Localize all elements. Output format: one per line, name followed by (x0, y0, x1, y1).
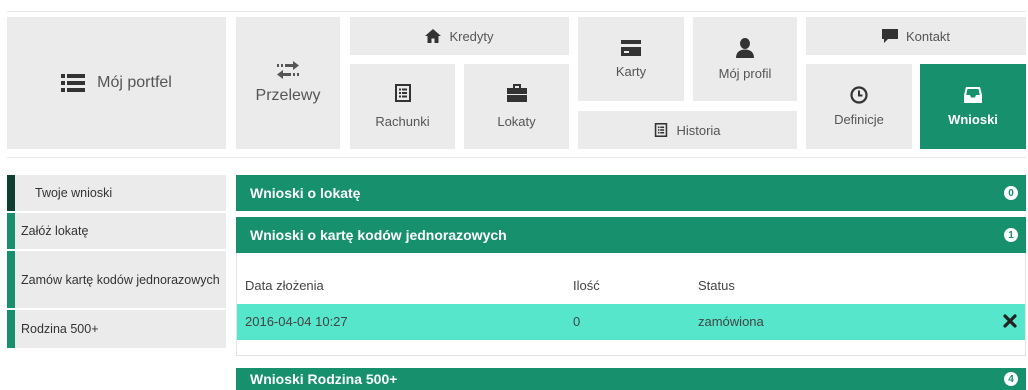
nav-tile-definicje[interactable]: Definicje (806, 64, 912, 149)
sidebar-item-zamow-karte[interactable]: Zamów kartę kodów jednorazowych (7, 251, 226, 308)
briefcase-icon (506, 84, 527, 102)
sidebar-item-label: Zamów kartę kodów jednorazowych (21, 272, 220, 287)
nav-divider (7, 157, 1026, 158)
nav-label: Rachunki (375, 114, 430, 129)
sidebar-item-label: Załóż lokatę (21, 224, 89, 238)
home-icon (425, 29, 442, 43)
transfer-arrows-icon (277, 61, 299, 79)
chat-bubble-icon (881, 29, 898, 43)
nav-tile-kontakt[interactable]: Kontakt (806, 17, 1026, 55)
list-icon (61, 73, 86, 93)
clock-icon (850, 86, 868, 104)
cell-qty: 0 (573, 314, 581, 329)
cell-date: 2016-04-04 10:27 (245, 314, 348, 329)
sidebar-item-label: Rodzina 500+ (21, 322, 99, 336)
panel-title: Wnioski o lokatę (250, 185, 361, 201)
close-icon[interactable] (1001, 312, 1019, 330)
count-badge: 1 (1004, 228, 1018, 242)
nav-label: Kontakt (905, 28, 951, 44)
nav-tile-rachunki[interactable]: Rachunki (350, 64, 455, 149)
nav-label: Przelewy (255, 87, 321, 104)
nav-label: Wnioski (948, 112, 998, 127)
sidebar-item-twoje-wnioski[interactable]: Twoje wnioski (7, 175, 226, 211)
table-row[interactable]: 2016-04-04 10:27 0 zamówiona (237, 304, 1025, 340)
nav-label: Karty (615, 63, 647, 79)
count-badge: 4 (1004, 372, 1018, 386)
panel-header-rodzina-500[interactable]: Wnioski Rodzina 500+ 4 (236, 368, 1026, 390)
nav-tile-przelewy[interactable]: Przelewy (236, 17, 340, 149)
nav-tile-historia[interactable]: Historia (578, 111, 797, 149)
nav-label: Mój profil (718, 65, 772, 81)
requests-table: Data złożenia Ilość Status 2016-04-04 10… (236, 253, 1026, 356)
nav-tile-karty[interactable]: Karty (578, 17, 684, 101)
top-divider (7, 11, 1026, 12)
document-list-icon (654, 123, 668, 137)
nav-label: Mój portfel (97, 74, 172, 91)
column-header-qty: Ilość (573, 278, 600, 293)
panel-title: Wnioski o kartę kodów jednorazowych (250, 227, 507, 243)
nav-label: Definicje (834, 112, 884, 127)
document-list-icon (394, 84, 411, 102)
nav-tile-lokaty[interactable]: Lokaty (464, 64, 569, 149)
cell-status: zamówiona (698, 314, 764, 329)
sidebar-item-zaloz-lokate[interactable]: Załóż lokatę (7, 213, 226, 249)
nav-tile-portfel[interactable]: Mój portfel (7, 17, 226, 149)
column-header-status: Status (698, 278, 735, 293)
user-icon (736, 37, 754, 58)
nav-label: Kredyty (449, 28, 494, 44)
panel-title: Wnioski Rodzina 500+ (250, 371, 398, 387)
credit-card-icon (621, 39, 641, 56)
column-header-date: Data złożenia (245, 278, 324, 293)
count-badge: 0 (1004, 186, 1018, 200)
nav-tile-kredyty[interactable]: Kredyty (350, 17, 569, 55)
nav-label: Historia (676, 122, 721, 138)
panel-header-lokaty[interactable]: Wnioski o lokatę 0 (236, 175, 1026, 211)
sidebar-item-label: Twoje wnioski (35, 186, 113, 200)
nav-tile-wnioski[interactable]: Wnioski (920, 64, 1026, 149)
sidebar-item-rodzina-500[interactable]: Rodzina 500+ (7, 310, 226, 348)
panel-header-karta-kodow[interactable]: Wnioski o kartę kodów jednorazowych 1 (236, 217, 1026, 253)
nav-tile-profil[interactable]: Mój profil (693, 17, 797, 101)
inbox-icon (964, 86, 982, 104)
nav-label: Lokaty (497, 114, 536, 129)
